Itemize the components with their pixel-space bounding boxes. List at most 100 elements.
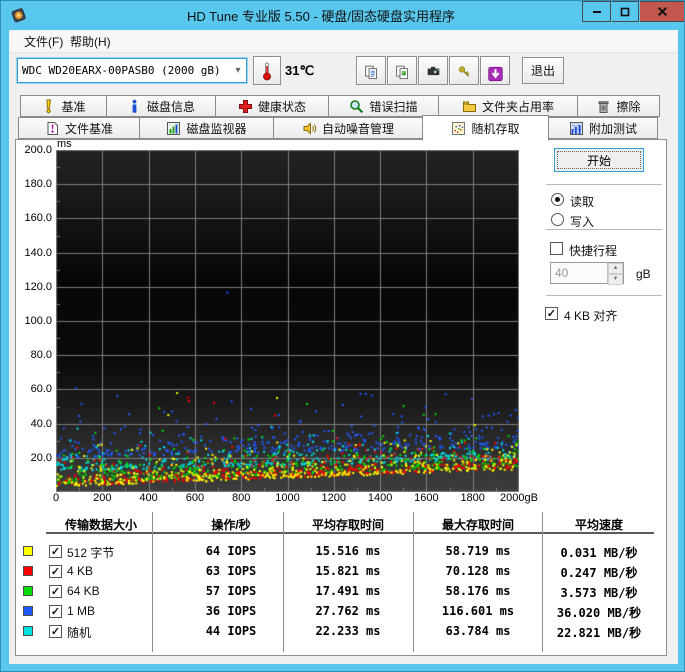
series-checkbox[interactable]: ✓ [49,605,62,618]
error-scan-icon [349,99,364,114]
key-button[interactable] [449,56,479,85]
random-access-icon [451,121,466,136]
series-color-swatch [23,546,33,556]
x-tick-label: 1000 [275,492,300,504]
download-button[interactable] [480,56,510,85]
tab-file-benchmark[interactable]: 文件基准 [18,117,140,139]
tab-label: 错误扫描 [369,99,418,114]
x-tick-label: 800 [232,492,251,504]
table-header-1: 操作/秒 [211,518,251,532]
short-stroke-checkbox[interactable] [550,242,563,255]
maximize-button[interactable] [612,1,639,22]
x-tick-label: 400 [139,492,158,504]
short-stroke-unit: gB [636,267,651,281]
series-checkbox[interactable]: ✓ [49,565,62,578]
folder-usage-icon [462,99,477,114]
series-avg_speed-value: 36.020 MB/秒 [556,606,642,620]
short-stroke-spinner[interactable]: 40 ▲ ▼ [550,262,624,285]
start-button[interactable]: 开始 [554,148,644,172]
copy-image-icon [395,63,410,80]
aam-icon [302,121,317,136]
table-header-4: 平均速度 [574,518,624,532]
menu-item-help[interactable]: 帮助(H) [64,34,117,51]
series-avg_speed-value: 3.573 MB/秒 [560,586,638,600]
start-button-label: 开始 [586,153,611,168]
disk-monitor-icon [166,121,181,136]
x-tick-label: 1400 [367,492,393,504]
titlebar: HD Tune 专业版 5.50 - 硬盘/固态硬盘实用程序 [1,1,684,30]
separator [546,295,662,296]
write-label: 写入 [570,215,595,229]
series-iops-value: 63 IOPS [205,564,257,578]
drive-select[interactable]: WDC WD20EARX-00PASB0 (2000 gB) ▾ [16,57,248,84]
tab-extra-tests[interactable]: 附加测试 [548,117,658,139]
camera-button[interactable] [418,56,448,85]
tab-disk-info[interactable]: 磁盘信息 [106,95,216,117]
series-color-swatch [23,586,33,596]
series-color-swatch [23,626,33,636]
table-column-separator [413,512,414,652]
tab-label: 擦除 [616,99,641,114]
y-tick-label: 140.0 [24,246,52,259]
align-4kb-label: 4 KB 对齐 [564,309,618,323]
tab-health[interactable]: 健康状态 [215,95,329,117]
series-checkbox[interactable]: ✓ [49,545,62,558]
y-tick-label: 40.0 [30,417,52,430]
separator [546,184,662,185]
series-max_access-value: 58.719 ms [445,544,511,558]
series-label: 1 MB [67,604,96,618]
series-max_access-value: 116.601 ms [441,604,515,618]
series-avg_access-value: 22.233 ms [315,624,381,638]
series-label: 4 KB [67,564,94,578]
spinner-arrows[interactable]: ▲ ▼ [607,263,623,285]
thermometer-icon [263,62,271,80]
y-tick-label: 20.0 [30,451,52,464]
minimize-icon [592,10,601,13]
tab-folder-usage[interactable]: 文件夹占用率 [438,95,578,117]
x-tick-label: 600 [185,492,205,504]
y-tick-label: 60.0 [30,383,52,396]
series-checkbox[interactable]: ✓ [49,625,62,638]
temperature-button[interactable] [253,56,281,85]
series-avg_access-value: 17.491 ms [315,584,381,598]
tab-label: 自动噪音管理 [321,121,394,136]
copy-text-button[interactable] [356,56,386,85]
series-iops-value: 36 IOPS [205,604,257,618]
spinner-up-icon[interactable]: ▲ [608,263,623,274]
series-iops-value: 64 IOPS [205,544,257,558]
table-header-3: 最大存取时间 [441,518,515,532]
health-icon [238,99,253,114]
y-tick-label: 160.0 [24,212,52,225]
series-avg_speed-value: 22.821 MB/秒 [556,626,642,640]
close-button[interactable] [640,1,684,22]
tab-row-2: 文件基准 磁盘监视器 自动噪音管理 随机存取 附加测试 [18,115,658,141]
exit-button[interactable]: 退出 [522,57,564,84]
series-avg_speed-value: 0.031 MB/秒 [560,546,638,560]
tab-benchmark[interactable]: 基准 [20,95,107,117]
x-tick-label: 0 [52,492,60,504]
tab-erase[interactable]: 擦除 [577,95,660,117]
chevron-down-icon: ▾ [235,65,241,76]
disk-info-icon [127,99,142,114]
menu-item-file[interactable]: 文件(F) [18,34,69,51]
write-radio[interactable] [551,213,564,226]
series-max_access-value: 70.128 ms [445,564,511,578]
short-stroke-label: 快捷行程 [569,244,618,258]
tab-random-access[interactable]: 随机存取 [422,115,549,141]
series-color-swatch [23,566,33,576]
spinner-down-icon[interactable]: ▼ [608,274,623,285]
key-icon [457,63,472,78]
tab-aam[interactable]: 自动噪音管理 [273,117,423,139]
y-tick-label: 200.0 [24,144,52,156]
read-radio[interactable] [551,193,564,206]
tab-error-scan[interactable]: 错误扫描 [328,95,439,117]
series-avg_speed-value: 0.247 MB/秒 [560,566,638,580]
minimize-button[interactable] [582,1,611,22]
align-4kb-checkbox[interactable]: ✓ [545,307,558,320]
download-icon [487,63,503,82]
series-checkbox[interactable]: ✓ [49,585,62,598]
table-header-0: 传输数据大小 [64,518,138,532]
tab-disk-monitor[interactable]: 磁盘监视器 [139,117,274,139]
copy-image-button[interactable] [387,56,417,85]
series-iops-value: 57 IOPS [205,584,257,598]
